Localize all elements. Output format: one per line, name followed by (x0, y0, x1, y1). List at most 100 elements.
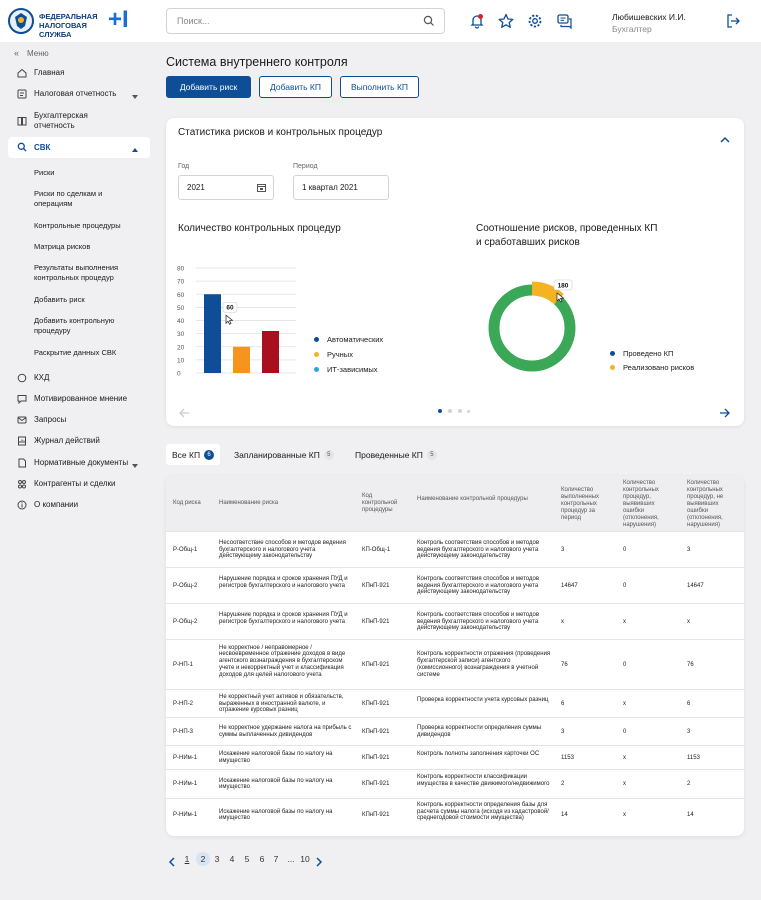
table-row[interactable]: Р-НИм-1 Искажение налоговой базы по налог… (166, 745, 744, 769)
carousel-dot[interactable] (438, 409, 442, 413)
page-number[interactable]: 10 (298, 852, 312, 866)
column-header[interactable]: Код риска (173, 500, 217, 507)
table-cell: 14647 (561, 582, 578, 589)
sidebar-item-svk[interactable]: СВК (8, 137, 150, 158)
sidebar-item-counterparties[interactable]: Контрагенты и сделки (8, 474, 150, 494)
column-header[interactable]: Количество выполненных контрольных проце… (561, 487, 615, 522)
carousel-dot[interactable] (458, 409, 462, 413)
calendar-icon[interactable] (257, 183, 266, 194)
arrow-left-icon[interactable] (179, 405, 190, 423)
donut-title-line-2: и сработавших рисков (476, 237, 580, 248)
sidebar-item-about[interactable]: О компании (8, 495, 150, 515)
brand-line-1: ФЕДЕРАЛЬНАЯ (39, 12, 98, 21)
legend-item: Ручных (314, 350, 353, 359)
bell-icon[interactable] (468, 12, 486, 30)
table-cell: x (623, 754, 626, 761)
search-icon[interactable] (423, 14, 435, 32)
table-row[interactable]: Р-НП-3 Не корректное удержание налога на … (166, 717, 744, 745)
chevron-left-icon[interactable] (168, 854, 175, 872)
table-row[interactable]: Р-Общ-2 Нарушение порядка и сроков хранен… (166, 603, 744, 639)
chevron-down-icon[interactable] (132, 461, 138, 471)
table-cell: 0 (623, 546, 627, 553)
column-header[interactable]: Наименование контрольной процедуры (417, 496, 547, 503)
chevron-up-icon[interactable] (720, 130, 730, 148)
logout-icon[interactable] (724, 12, 742, 30)
gear-icon[interactable] (526, 12, 544, 30)
column-header[interactable]: Количество контрольных процедур, не выяв… (687, 480, 741, 529)
sidebar-item-accounting-reports[interactable]: Бухгалтерская отчетность (8, 108, 150, 134)
report-icon (17, 89, 27, 102)
sidebar-subitem-deal-risks[interactable]: Риски по сделкам и операциям (34, 189, 134, 209)
user-role: Бухгалтер (612, 24, 652, 34)
sidebar-subitem-risks[interactable]: Риски (34, 168, 134, 178)
star-icon[interactable] (497, 12, 515, 30)
user-info[interactable]: Любишевских И.И. Бухгалтер (612, 11, 686, 35)
table-row[interactable]: Р-НП-2 Не корректный учет активов и обяза… (166, 689, 744, 717)
arrow-right-icon[interactable] (719, 405, 730, 423)
messages-icon[interactable] (555, 12, 573, 30)
tab-completed-kp[interactable]: Проведенные КП 5 (349, 444, 443, 465)
page-number[interactable]: 7 (269, 852, 283, 866)
search-doc-icon (17, 142, 27, 155)
run-kp-button[interactable]: Выполнить КП (340, 76, 419, 98)
bar-1 (204, 294, 221, 373)
sidebar-item-home[interactable]: Главная (8, 63, 150, 83)
tab-count-badge: 6 (204, 449, 215, 460)
table-row[interactable]: Р-НП-1 Не корректное / неправомерное / не… (166, 639, 744, 689)
collapse-menu-icon[interactable]: « (14, 48, 19, 58)
fns-logo[interactable] (8, 8, 34, 34)
table-cell: 0 (623, 728, 627, 735)
table-row[interactable]: Р-Общ-2 Нарушение порядка и сроков хранен… (166, 567, 744, 603)
tab-planned-kp[interactable]: Запланированные КП 5 (228, 444, 340, 465)
table-cell: Контроль корректности определения базы д… (417, 801, 549, 822)
page-number[interactable]: 5 (240, 852, 254, 866)
table-cell: x (623, 700, 626, 707)
brand-name: ФЕДЕРАЛЬНАЯ НАЛОГОВАЯ СЛУЖБА (39, 12, 99, 39)
sidebar-subitem-kp-results[interactable]: Результаты выполнения контрольных процед… (34, 263, 134, 283)
page-number[interactable]: 1 (180, 852, 194, 866)
chevron-up-icon[interactable] (132, 145, 138, 155)
chevron-down-icon[interactable] (132, 92, 138, 102)
add-risk-button[interactable]: Добавить риск (166, 76, 251, 98)
table-cell: 76 (687, 661, 694, 668)
carousel-dot[interactable] (467, 409, 470, 413)
sidebar-item-action-log[interactable]: Журнал действий (8, 431, 150, 451)
sidebar-item-tax-reports[interactable]: Налоговая отчетность (8, 84, 150, 104)
user-name: Любишевских И.И. (612, 12, 686, 22)
table-row[interactable]: Р-НИм-1 Искажение налоговой базы по налог… (166, 798, 744, 831)
table-cell: 2 (561, 781, 565, 788)
column-header[interactable]: Код контрольной процедуры (362, 493, 406, 514)
sidebar-subitem-add-kp[interactable]: Добавить контрольную процедуру (34, 316, 134, 336)
docs-icon (17, 458, 27, 471)
table-row[interactable]: Р-НИм-1 Искажение налоговой базы по налог… (166, 769, 744, 798)
page-number[interactable]: 2 (196, 852, 210, 866)
sidebar-item-khd[interactable]: КХД (8, 368, 150, 388)
sidebar-subitem-add-risk[interactable]: Добавить риск (34, 295, 134, 305)
page-number[interactable]: 6 (255, 852, 269, 866)
add-kp-button[interactable]: Добавить КП (259, 76, 332, 98)
sidebar-item-regulatory-docs[interactable]: Нормативные документы (8, 453, 150, 473)
table-cell: Контроль соответствия способов и методов… (417, 539, 540, 560)
search-input[interactable] (177, 9, 417, 33)
table-row[interactable]: Р-Общ-1 Несоответствие способов и методов… (166, 531, 744, 567)
table-cell: 2 (687, 781, 691, 788)
column-header[interactable]: Наименование риска (219, 500, 349, 507)
page-number[interactable]: 3 (210, 852, 224, 866)
tab-all-kp[interactable]: Все КП 6 (166, 444, 221, 465)
table-cell: Нарушение порядка и сроков хранения ПУД … (219, 575, 348, 589)
table-cell: Р-НП-1 (173, 661, 193, 668)
sidebar-item-label: О компании (34, 500, 79, 509)
carousel-dot[interactable] (448, 409, 452, 413)
chevron-right-icon[interactable] (316, 854, 323, 872)
y-tick-label: 30 (177, 331, 185, 338)
sidebar-item-requests[interactable]: Запросы (8, 410, 150, 430)
page-number[interactable]: 4 (225, 852, 239, 866)
sidebar-item-motivated-opinion[interactable]: Мотивированное мнение (8, 389, 150, 409)
period-field[interactable]: 1 квартал 2021 (293, 175, 389, 200)
sidebar-subitem-risk-matrix[interactable]: Матрица рисков (34, 242, 134, 252)
year-field[interactable]: 2021 (178, 175, 274, 200)
menu-toggle[interactable]: « Меню (14, 48, 49, 58)
column-header[interactable]: Количество контрольных процедур, выявивш… (623, 480, 677, 529)
sidebar-subitem-control-procedures[interactable]: Контрольные процедуры (34, 221, 134, 231)
sidebar-subitem-svk-disclosure[interactable]: Раскрытие данных СВК (34, 348, 134, 358)
